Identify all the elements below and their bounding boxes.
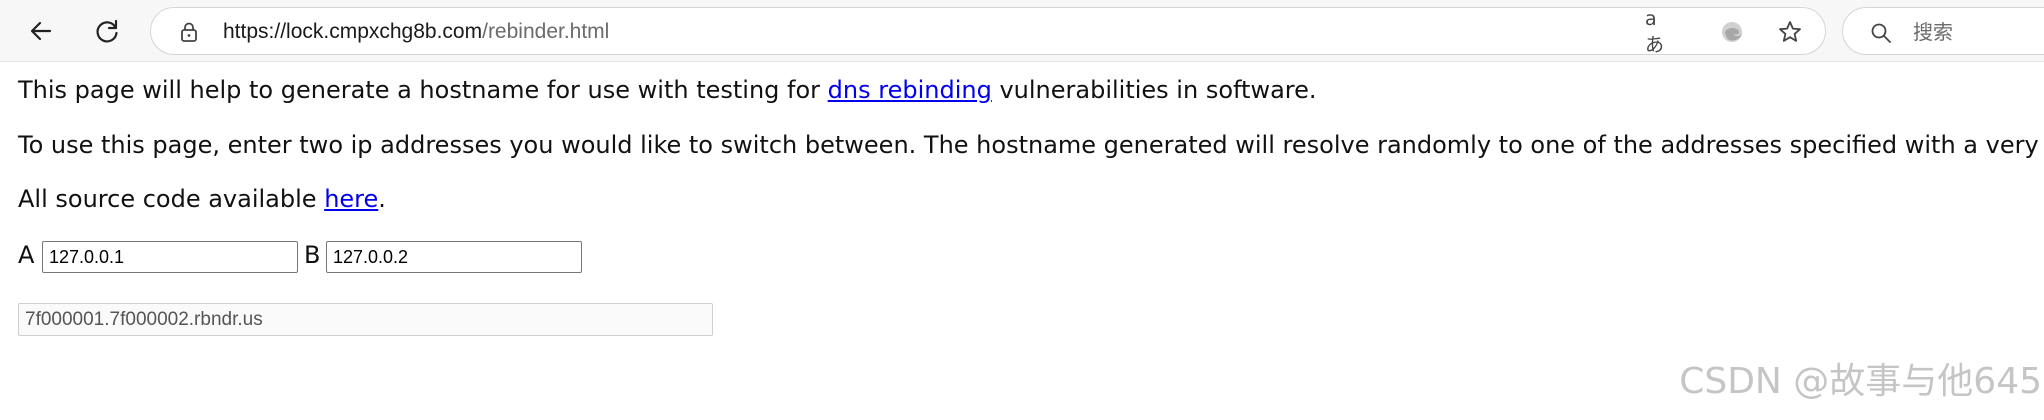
browser-toolbar: https://lock.cmpxchg8b.com/rebinder.html…	[0, 0, 2044, 62]
intro-text-before: This page will help to generate a hostna…	[18, 76, 828, 104]
intro-text-after: vulnerabilities in software.	[991, 76, 1317, 104]
ip-b-input[interactable]	[326, 241, 582, 273]
refresh-button[interactable]	[86, 10, 128, 52]
hostname-output[interactable]: 7f000001.7f000002.rbndr.us	[18, 303, 713, 336]
refresh-icon	[96, 19, 118, 43]
search-box[interactable]: 搜索	[1842, 7, 2044, 55]
intro-paragraph: This page will help to generate a hostna…	[18, 75, 1317, 105]
arrow-left-icon	[30, 21, 52, 41]
search-placeholder: 搜索	[1913, 20, 1953, 44]
url-text[interactable]: https://lock.cmpxchg8b.com/rebinder.html	[223, 19, 609, 45]
url-path: /rebinder.html	[482, 20, 610, 43]
address-bar[interactable]: https://lock.cmpxchg8b.com/rebinder.html…	[150, 7, 1826, 56]
source-code-link[interactable]: here	[324, 185, 378, 213]
translate-icon[interactable]: aあ	[1645, 8, 1675, 56]
source-paragraph: All source code available here.	[18, 184, 386, 214]
ip-b-label: B	[304, 241, 321, 269]
ip-a-input[interactable]	[42, 241, 298, 273]
edge-browser-icon[interactable]	[1717, 18, 1747, 46]
magnifier-icon	[1871, 23, 1891, 43]
page-content: This page will help to generate a hostna…	[0, 62, 2044, 420]
instructions-paragraph: To use this page, enter two ip addresses…	[18, 131, 2044, 159]
source-text-before: All source code available	[18, 185, 325, 213]
source-text-after: .	[378, 185, 386, 213]
star-icon[interactable]	[1775, 18, 1805, 46]
watermark: CSDN @故事与他645	[1679, 361, 2042, 402]
url-host: https://lock.cmpxchg8b.com	[223, 20, 483, 43]
ip-a-label: A	[18, 241, 35, 269]
lock-icon[interactable]	[177, 20, 201, 44]
back-button[interactable]	[20, 10, 62, 52]
dns-rebinding-link[interactable]: dns rebinding	[828, 76, 992, 104]
